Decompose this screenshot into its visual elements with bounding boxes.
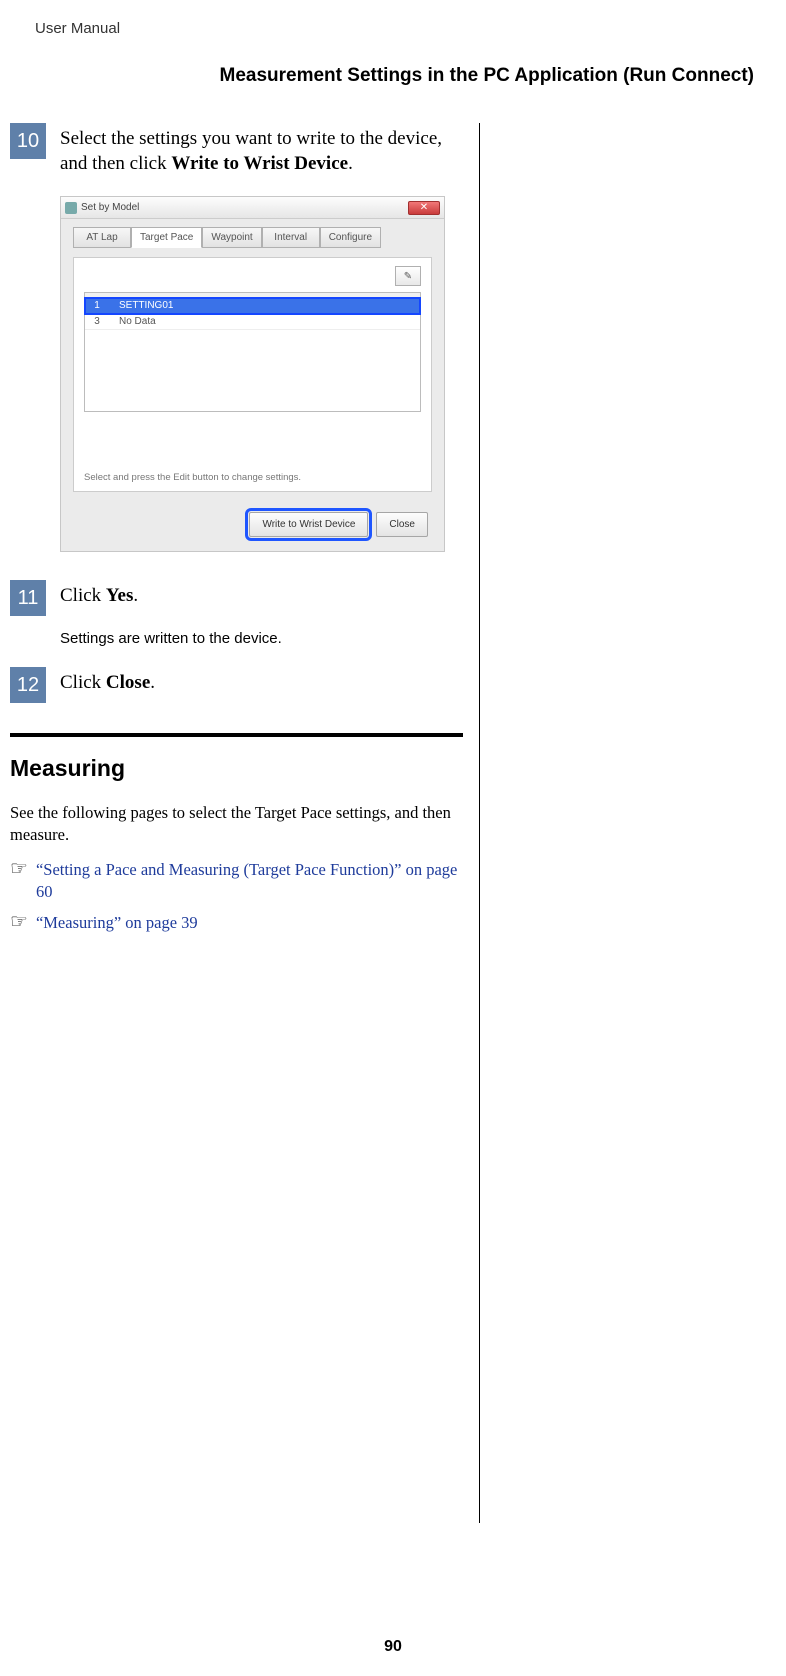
paragraph: See the following pages to select the Ta… (10, 802, 463, 845)
step-text-pre: Click (60, 672, 106, 693)
subsection-heading: Measuring (10, 755, 463, 782)
window-titlebar: Set by Model ✕ (61, 197, 444, 219)
step-text-post: . (133, 585, 138, 606)
window-body: AT Lap Target Pace Waypoint Interval Con… (61, 219, 444, 551)
cross-reference: ☞ “Measuring” on page 39 (10, 912, 463, 933)
step-text-post: . (150, 672, 155, 693)
header-label: User Manual (35, 20, 756, 37)
list-header-no (85, 293, 105, 297)
section-divider (10, 733, 463, 737)
step-text: Select the settings you want to write to… (60, 123, 463, 176)
pointing-hand-icon: ☞ (10, 859, 28, 879)
tab-waypoint[interactable]: Waypoint (202, 227, 261, 248)
embedded-screenshot: Set by Model ✕ AT Lap Target Pace Waypoi… (60, 196, 445, 552)
step-10: 10 Select the settings you want to write… (10, 123, 463, 176)
edit-button-row: ✎ (84, 266, 421, 286)
cross-reference: ☞ “Setting a Pace and Measuring (Target … (10, 859, 463, 902)
step-12: 12 Click Close. (10, 667, 463, 703)
tab-panel: ✎ 1 SETTING01 3 (73, 257, 432, 492)
close-button[interactable]: Close (376, 512, 428, 537)
window-title-left: Set by Model (65, 202, 139, 214)
row-index: 3 (85, 316, 109, 327)
step-text: Click Yes. (60, 580, 138, 609)
list-row-selected[interactable]: 1 SETTING01 (85, 298, 420, 314)
write-to-wrist-device-button[interactable]: Write to Wrist Device (249, 512, 368, 537)
row-value: SETTING01 (109, 300, 420, 311)
step-text-post: . (348, 153, 353, 174)
page-number: 90 (384, 1638, 402, 1656)
list-header-name (106, 293, 420, 297)
row-value: No Data (109, 316, 420, 327)
app-icon (65, 202, 77, 214)
step-text: Click Close. (60, 667, 155, 696)
edit-button[interactable]: ✎ (395, 266, 421, 286)
step-11: 11 Click Yes. (10, 580, 463, 616)
step-text-pre: Click (60, 585, 106, 606)
tab-interval[interactable]: Interval (262, 227, 320, 248)
pointing-hand-icon: ☞ (10, 912, 28, 932)
xref-link[interactable]: “Setting a Pace and Measuring (Target Pa… (36, 859, 463, 902)
step-number-badge: 10 (10, 123, 46, 159)
section-title: Measurement Settings in the PC Applicati… (10, 65, 756, 87)
step-number-badge: 11 (10, 580, 46, 616)
dialog-footer: Write to Wrist Device Close (73, 506, 432, 541)
content-two-column: 10 Select the settings you want to write… (10, 123, 756, 1523)
window-title: Set by Model (81, 202, 139, 213)
tab-target-pace[interactable]: Target Pace (131, 227, 202, 248)
window-close-button[interactable]: ✕ (408, 201, 440, 215)
row-index: 1 (85, 300, 109, 311)
xref-link[interactable]: “Measuring” on page 39 (36, 912, 198, 933)
step-text-bold: Yes (106, 585, 133, 606)
step-subtext: Settings are written to the device. (60, 630, 463, 647)
tab-bar: AT Lap Target Pace Waypoint Interval Con… (73, 227, 432, 248)
settings-list[interactable]: 1 SETTING01 3 No Data (84, 292, 421, 412)
left-column: 10 Select the settings you want to write… (10, 123, 480, 1523)
hint-text: Select and press the Edit button to chan… (84, 472, 421, 491)
step-text-bold: Write to Wrist Device (171, 153, 348, 174)
tab-configure[interactable]: Configure (320, 227, 381, 248)
pencil-icon: ✎ (404, 271, 412, 282)
step-text-bold: Close (106, 672, 150, 693)
tab-at-lap[interactable]: AT Lap (73, 227, 131, 248)
list-row[interactable]: 3 No Data (85, 314, 420, 330)
step-number-badge: 12 (10, 667, 46, 703)
